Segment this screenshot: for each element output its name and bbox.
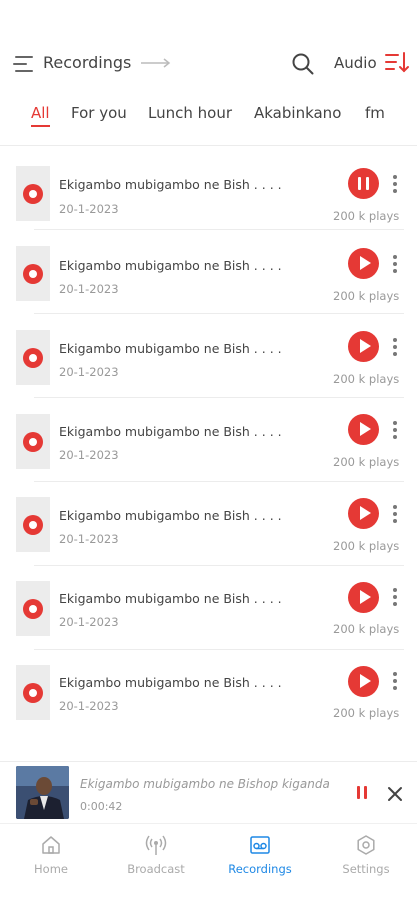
play-count: 200 k plays bbox=[333, 622, 400, 636]
recording-title: Ekigambo mubigambo ne Bish . . . . bbox=[59, 177, 282, 192]
page-title: Recordings bbox=[43, 53, 132, 72]
active-tab-indicator bbox=[31, 125, 50, 127]
tab-lunch-hour[interactable]: Lunch hour bbox=[148, 104, 232, 122]
more-options-icon[interactable] bbox=[392, 255, 398, 275]
recording-date: 20-1-2023 bbox=[59, 282, 119, 296]
record-icon bbox=[23, 432, 43, 452]
close-icon[interactable] bbox=[387, 786, 403, 802]
settings-icon bbox=[357, 835, 375, 855]
recording-title: Ekigambo mubigambo ne Bish . . . . bbox=[59, 258, 282, 273]
play-count: 200 k plays bbox=[333, 706, 400, 720]
list-item[interactable]: Ekigambo mubigambo ne Bish . . . . 20-1-… bbox=[0, 398, 417, 482]
nav-recordings[interactable]: Recordings bbox=[215, 834, 305, 884]
recording-thumbnail bbox=[16, 166, 50, 221]
audio-filter-label[interactable]: Audio bbox=[334, 54, 377, 72]
record-icon bbox=[23, 264, 43, 284]
record-icon bbox=[23, 348, 43, 368]
recording-thumbnail bbox=[16, 414, 50, 469]
record-icon bbox=[23, 184, 43, 204]
play-count: 200 k plays bbox=[333, 372, 400, 386]
play-count: 200 k plays bbox=[333, 455, 400, 469]
recording-title: Ekigambo mubigambo ne Bish . . . . bbox=[59, 508, 282, 523]
list-item[interactable]: Ekigambo mubigambo ne Bish . . . . 20-1-… bbox=[0, 566, 417, 650]
nav-settings[interactable]: Settings bbox=[321, 834, 411, 884]
list-item[interactable]: Ekigambo mubigambo ne Bish . . . . 20-1-… bbox=[0, 230, 417, 314]
sort-icon[interactable] bbox=[384, 50, 410, 76]
nav-broadcast-label: Broadcast bbox=[127, 862, 185, 876]
recording-title: Ekigambo mubigambo ne Bish . . . . bbox=[59, 424, 282, 439]
nav-home[interactable]: Home bbox=[6, 834, 96, 884]
pause-button[interactable] bbox=[348, 168, 379, 199]
record-icon bbox=[23, 683, 43, 703]
recording-date: 20-1-2023 bbox=[59, 448, 119, 462]
recording-date: 20-1-2023 bbox=[59, 365, 119, 379]
now-playing-artwork bbox=[16, 766, 69, 819]
bottom-navigation: Home Broadcast Recordings Settings bbox=[0, 823, 417, 900]
home-icon bbox=[42, 836, 60, 854]
more-options-icon[interactable] bbox=[392, 672, 398, 692]
mini-player[interactable]: Ekigambo mubigambo ne Bishop kiganda 0:0… bbox=[0, 761, 417, 823]
more-options-icon[interactable] bbox=[392, 588, 398, 608]
recording-title: Ekigambo mubigambo ne Bish . . . . bbox=[59, 591, 282, 606]
recording-date: 20-1-2023 bbox=[59, 615, 119, 629]
search-icon[interactable] bbox=[291, 52, 315, 76]
recording-thumbnail bbox=[16, 581, 50, 636]
play-button[interactable] bbox=[348, 331, 379, 362]
recording-thumbnail bbox=[16, 497, 50, 552]
arrow-right-icon bbox=[141, 58, 171, 68]
list-item[interactable]: Ekigambo mubigambo ne Bish . . . . 20-1-… bbox=[0, 650, 417, 734]
tab-fm[interactable]: fm bbox=[365, 104, 385, 122]
broadcast-icon bbox=[145, 835, 167, 855]
more-options-icon[interactable] bbox=[392, 338, 398, 358]
play-button[interactable] bbox=[348, 582, 379, 613]
nav-broadcast[interactable]: Broadcast bbox=[111, 834, 201, 884]
mini-pause-button[interactable] bbox=[355, 786, 369, 800]
more-options-icon[interactable] bbox=[392, 175, 398, 195]
recordings-icon bbox=[250, 836, 270, 854]
play-button[interactable] bbox=[348, 498, 379, 529]
nav-recordings-label: Recordings bbox=[228, 862, 292, 876]
record-icon bbox=[23, 599, 43, 619]
list-item[interactable]: Ekigambo mubigambo ne Bish . . . . 20-1-… bbox=[0, 314, 417, 398]
recording-date: 20-1-2023 bbox=[59, 532, 119, 546]
category-tabs: All For you Lunch hour Akabinkano fm bbox=[0, 104, 417, 134]
recording-date: 20-1-2023 bbox=[59, 202, 119, 216]
play-count: 200 k plays bbox=[333, 289, 400, 303]
tab-akabinkano[interactable]: Akabinkano bbox=[254, 104, 341, 122]
recording-thumbnail bbox=[16, 246, 50, 301]
play-count: 200 k plays bbox=[333, 209, 400, 223]
hamburger-menu-icon[interactable] bbox=[13, 56, 33, 72]
play-button[interactable] bbox=[348, 248, 379, 279]
nav-settings-label: Settings bbox=[342, 862, 390, 876]
play-count: 200 k plays bbox=[333, 539, 400, 553]
more-options-icon[interactable] bbox=[392, 505, 398, 525]
play-button[interactable] bbox=[348, 414, 379, 445]
more-options-icon[interactable] bbox=[392, 421, 398, 441]
recording-date: 20-1-2023 bbox=[59, 699, 119, 713]
nav-home-label: Home bbox=[34, 862, 68, 876]
tab-all[interactable]: All bbox=[31, 104, 50, 122]
list-item[interactable]: Ekigambo mubigambo ne Bish . . . . 20-1-… bbox=[0, 482, 417, 566]
recording-title: Ekigambo mubigambo ne Bish . . . . bbox=[59, 341, 282, 356]
record-icon bbox=[23, 515, 43, 535]
recording-thumbnail bbox=[16, 665, 50, 720]
play-button[interactable] bbox=[348, 666, 379, 697]
tab-for-you[interactable]: For you bbox=[71, 104, 127, 122]
now-playing-title: Ekigambo mubigambo ne Bishop kiganda bbox=[80, 777, 330, 791]
recording-title: Ekigambo mubigambo ne Bish . . . . bbox=[59, 675, 282, 690]
list-item[interactable]: Ekigambo mubigambo ne Bish . . . . 20-1-… bbox=[0, 146, 417, 230]
recording-thumbnail bbox=[16, 330, 50, 385]
now-playing-time: 0:00:42 bbox=[80, 800, 123, 813]
